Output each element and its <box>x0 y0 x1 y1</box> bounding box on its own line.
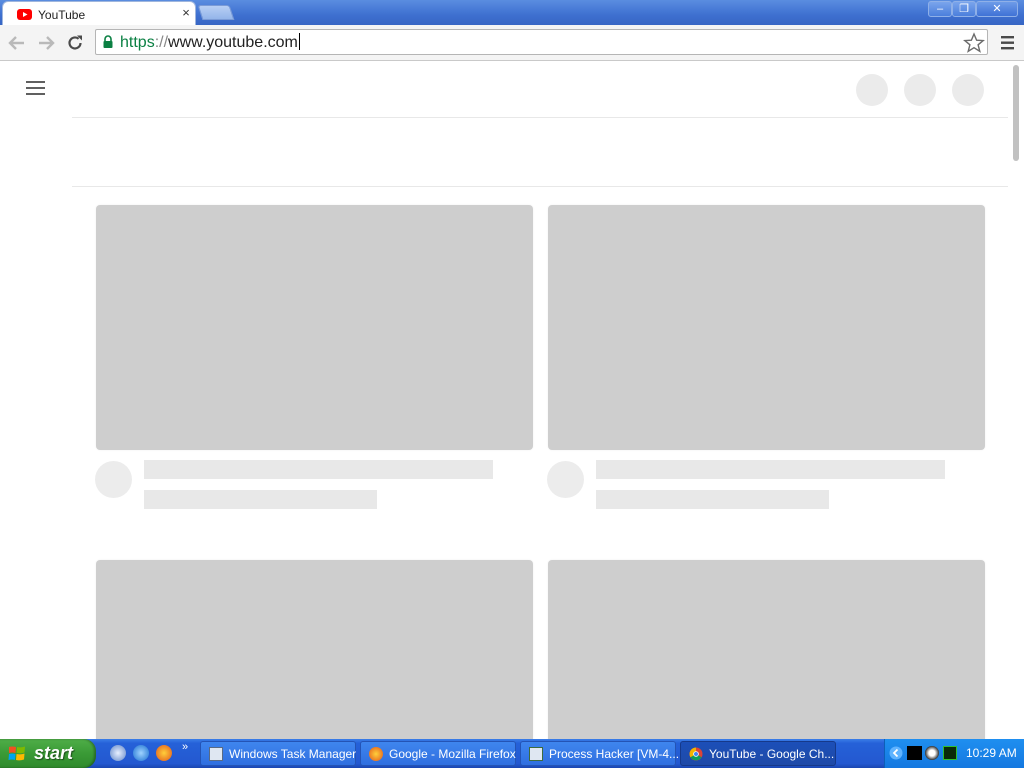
page-scrollbar[interactable] <box>1012 61 1020 739</box>
tab-close-icon[interactable]: × <box>179 6 193 20</box>
placeholder-circle <box>904 74 936 106</box>
task-process-hacker[interactable]: Process Hacker [VM-4... <box>520 741 680 766</box>
url-scheme: https <box>120 34 155 51</box>
video-thumbnail-placeholder <box>96 205 533 450</box>
channel-avatar-placeholder <box>95 461 132 498</box>
meta-placeholder <box>596 490 829 509</box>
task-windows-task-manager[interactable]: Windows Task Manager <box>200 741 356 766</box>
monitor-icon[interactable] <box>943 746 957 760</box>
forward-arrow-icon <box>39 36 55 50</box>
tray-app-icon[interactable] <box>925 746 939 760</box>
video-thumbnail-placeholder <box>548 560 985 739</box>
restore-button[interactable]: ❐ <box>952 1 976 17</box>
system-tray: 10:29 AM <box>884 739 1024 768</box>
show-desktop-icon[interactable] <box>110 745 126 761</box>
placeholder-circle <box>856 74 888 106</box>
address-bar[interactable]: https://www.youtube.com <box>95 29 988 55</box>
url-separator: :// <box>154 34 169 51</box>
firefox-icon <box>369 747 383 761</box>
taskbar: start » Windows Task Manager Google - Mo… <box>0 739 1024 768</box>
video-thumbnail-placeholder <box>548 205 985 450</box>
guide-menu-icon[interactable] <box>26 81 46 97</box>
title-placeholder <box>144 460 493 479</box>
hamburger-menu-icon[interactable] <box>999 33 1017 53</box>
task-label: Windows Task Manager <box>229 747 357 761</box>
quicklaunch-overflow-icon[interactable]: » <box>182 741 188 753</box>
url-text[interactable]: https://www.youtube.com <box>120 33 300 52</box>
title-placeholder <box>596 460 945 479</box>
divider <box>72 186 1008 187</box>
minimize-button[interactable]: ‒ <box>928 1 952 17</box>
process-hacker-icon <box>529 747 543 761</box>
task-label: YouTube - Google Ch... <box>709 747 835 761</box>
close-window-button[interactable]: ✕ <box>976 1 1018 17</box>
internet-explorer-icon[interactable] <box>133 745 149 761</box>
task-firefox[interactable]: Google - Mozilla Firefox <box>360 741 516 766</box>
console-icon[interactable] <box>907 746 922 760</box>
start-button[interactable]: start <box>0 739 96 768</box>
task-label: Process Hacker [VM-4... <box>549 747 680 761</box>
divider <box>72 117 1008 118</box>
reload-icon <box>68 35 82 50</box>
back-arrow-icon <box>8 36 24 50</box>
windows-logo-icon <box>8 746 25 761</box>
firefox-icon[interactable] <box>156 745 172 761</box>
url-host: www.youtube.com <box>168 34 298 51</box>
tab-youtube[interactable]: YouTube × <box>2 1 196 25</box>
task-label: Google - Mozilla Firefox <box>389 747 516 761</box>
start-label: start <box>34 743 74 763</box>
forward-button[interactable] <box>35 32 57 54</box>
placeholder-circle <box>952 74 984 106</box>
back-button[interactable] <box>6 32 28 54</box>
tab-title: YouTube <box>38 8 86 22</box>
star-icon[interactable] <box>963 32 985 54</box>
browser-toolbar: https://www.youtube.com <box>0 25 1024 61</box>
lock-icon <box>103 35 113 48</box>
youtube-icon <box>17 9 32 20</box>
task-manager-icon <box>209 747 223 761</box>
meta-placeholder <box>144 490 377 509</box>
reload-button[interactable] <box>64 32 86 54</box>
video-thumbnail-placeholder <box>96 560 533 739</box>
chrome-icon <box>689 747 703 761</box>
scrollbar-thumb[interactable] <box>1013 65 1019 161</box>
channel-avatar-placeholder <box>547 461 584 498</box>
task-chrome-youtube[interactable]: YouTube - Google Ch... <box>680 741 836 766</box>
page-viewport <box>0 61 1024 739</box>
system-clock: 10:29 AM <box>966 746 1017 760</box>
new-tab-button[interactable] <box>197 5 235 20</box>
text-caret <box>298 33 300 50</box>
tray-collapse-icon[interactable] <box>889 746 903 760</box>
title-bar: YouTube × ‒ ❐ ✕ <box>0 0 1024 25</box>
